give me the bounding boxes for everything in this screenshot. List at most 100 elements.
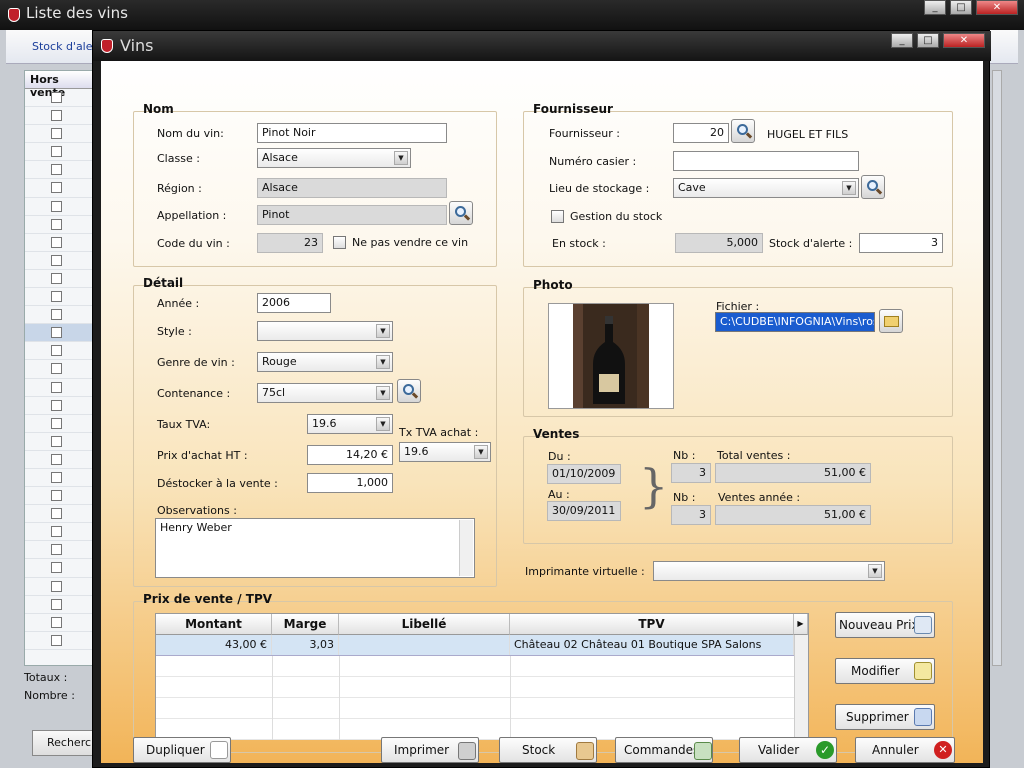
fournisseur-input[interactable]: 20 <box>673 123 729 143</box>
grid-scrollbar[interactable] <box>794 635 808 740</box>
hors-vente-checkbox[interactable] <box>51 345 62 357</box>
hors-vente-checkbox[interactable] <box>51 435 62 447</box>
hors-vente-checkbox[interactable] <box>51 164 62 176</box>
bg-close-button[interactable]: ✕ <box>976 0 1018 15</box>
hors-vente-checkbox[interactable] <box>51 453 62 465</box>
hors-vente-checkbox[interactable] <box>51 254 62 266</box>
hors-vente-checkbox[interactable] <box>51 381 62 393</box>
hors-vente-checkbox[interactable] <box>51 598 62 610</box>
lieu-stockage-select[interactable]: Cave ▼ <box>673 178 859 198</box>
nouveau-prix-button[interactable]: Nouveau Prix <box>835 612 935 638</box>
background-grid-row[interactable] <box>25 342 93 361</box>
close-button[interactable]: ✕ <box>943 33 985 48</box>
hors-vente-checkbox[interactable] <box>51 291 62 303</box>
background-grid-row[interactable] <box>25 596 93 614</box>
hors-vente-checkbox[interactable] <box>51 363 62 375</box>
hors-vente-checkbox[interactable] <box>51 272 62 284</box>
hors-vente-column-header[interactable]: Hors vente <box>25 71 93 99</box>
contenance-search-button[interactable] <box>397 379 421 403</box>
hors-vente-checkbox[interactable] <box>51 580 62 592</box>
background-grid-row[interactable] <box>25 216 93 234</box>
annee-input[interactable]: 2006 <box>257 293 331 313</box>
fournisseur-search-button[interactable] <box>731 119 755 143</box>
numero-casier-input[interactable] <box>673 151 859 171</box>
background-grid-row[interactable] <box>25 433 93 451</box>
background-grid-row[interactable] <box>25 360 93 379</box>
background-grid-row[interactable] <box>25 125 93 144</box>
stock-button[interactable]: Stock <box>499 737 597 763</box>
dupliquer-button[interactable]: Dupliquer <box>133 737 231 763</box>
background-grid-row[interactable] <box>25 415 93 433</box>
hors-vente-checkbox[interactable] <box>51 526 62 538</box>
hors-vente-checkbox[interactable] <box>51 309 62 321</box>
bg-maximize-button[interactable]: □ <box>950 0 972 15</box>
hors-vente-checkbox[interactable] <box>51 128 62 140</box>
background-grid-row[interactable] <box>25 107 93 126</box>
background-grid-row[interactable] <box>25 306 93 325</box>
column-header-libelle[interactable]: Libellé <box>339 614 510 635</box>
hors-vente-checkbox[interactable] <box>51 544 62 556</box>
background-grid-row[interactable] <box>25 559 93 578</box>
background-grid-row[interactable] <box>25 379 93 397</box>
column-header-montant[interactable]: Montant <box>156 614 272 635</box>
background-grid-row[interactable] <box>25 523 93 542</box>
background-grid-row[interactable] <box>25 397 93 415</box>
background-grid-row[interactable] <box>25 451 93 469</box>
hors-vente-checkbox[interactable] <box>51 399 62 411</box>
background-grid-row[interactable] <box>25 541 93 560</box>
background-grid-row[interactable] <box>25 578 93 596</box>
modifier-button[interactable]: Modifier <box>835 658 935 684</box>
background-grid-row[interactable] <box>25 614 93 632</box>
hors-vente-checkbox[interactable] <box>51 200 62 212</box>
destocker-input[interactable]: 1,000 <box>307 473 393 493</box>
scroll-right-icon[interactable]: ▶ <box>794 614 808 635</box>
background-grid-row[interactable] <box>25 505 93 524</box>
column-header-marge[interactable]: Marge <box>272 614 339 635</box>
fichier-input[interactable]: C:\CUDBE\INFOGNIA\Vins\rosé. <box>715 312 875 332</box>
commandes-button[interactable]: Commandes <box>615 737 713 763</box>
background-grid-row[interactable] <box>25 161 93 180</box>
minimize-button[interactable]: _ <box>891 33 913 48</box>
bg-minimize-button[interactable]: _ <box>924 0 946 15</box>
maximize-button[interactable]: □ <box>917 33 939 48</box>
column-header-tpv[interactable]: TPV <box>510 614 794 635</box>
classe-select[interactable]: Alsace ▼ <box>257 148 411 168</box>
hors-vente-checkbox[interactable] <box>51 471 62 483</box>
hors-vente-checkbox[interactable] <box>51 508 62 520</box>
hors-vente-checkbox[interactable] <box>51 146 62 158</box>
right-scrollbar[interactable] <box>992 70 1002 666</box>
background-grid-row[interactable] <box>25 89 93 108</box>
valider-button[interactable]: Valider ✓ <box>739 737 837 763</box>
annuler-button[interactable]: Annuler ✕ <box>855 737 955 763</box>
observations-textarea[interactable]: Henry Weber <box>155 518 475 578</box>
hors-vente-checkbox[interactable] <box>51 616 62 628</box>
hors-vente-checkbox[interactable] <box>51 182 62 194</box>
hors-vente-checkbox[interactable] <box>51 490 62 502</box>
observations-scrollbar[interactable] <box>459 520 473 576</box>
gestion-stock-checkbox[interactable] <box>551 210 564 223</box>
tx-tva-achat-select[interactable]: 19.6 ▼ <box>399 442 491 462</box>
hors-vente-checkbox[interactable] <box>51 110 62 122</box>
lieu-stockage-search-button[interactable] <box>861 175 885 199</box>
imprimante-select[interactable]: ▼ <box>653 561 885 581</box>
background-grid-row[interactable] <box>25 324 93 343</box>
imprimer-button[interactable]: Imprimer <box>381 737 479 763</box>
hors-vente-checkbox[interactable] <box>51 417 62 429</box>
appellation-search-button[interactable] <box>449 201 473 225</box>
browse-folder-button[interactable] <box>879 309 903 333</box>
contenance-select[interactable]: 75cl ▼ <box>257 383 393 403</box>
style-select[interactable]: ▼ <box>257 321 393 341</box>
nom-du-vin-input[interactable]: Pinot Noir <box>257 123 447 143</box>
background-grid-row[interactable] <box>25 288 93 307</box>
hors-vente-checkbox[interactable] <box>51 634 62 646</box>
background-grid-row[interactable] <box>25 469 93 488</box>
hors-vente-checkbox[interactable] <box>51 218 62 230</box>
supprimer-button[interactable]: Supprimer <box>835 704 935 730</box>
selected-row[interactable]: 43,00 € 3,03 Château 02 Château 01 Bouti… <box>156 635 794 656</box>
background-grid-row[interactable] <box>25 632 93 650</box>
ne-pas-vendre-checkbox[interactable] <box>333 236 346 249</box>
background-grid-row[interactable] <box>25 143 93 162</box>
background-grid-row[interactable] <box>25 252 93 270</box>
hors-vente-checkbox[interactable] <box>51 236 62 248</box>
hors-vente-checkbox[interactable] <box>51 327 62 339</box>
